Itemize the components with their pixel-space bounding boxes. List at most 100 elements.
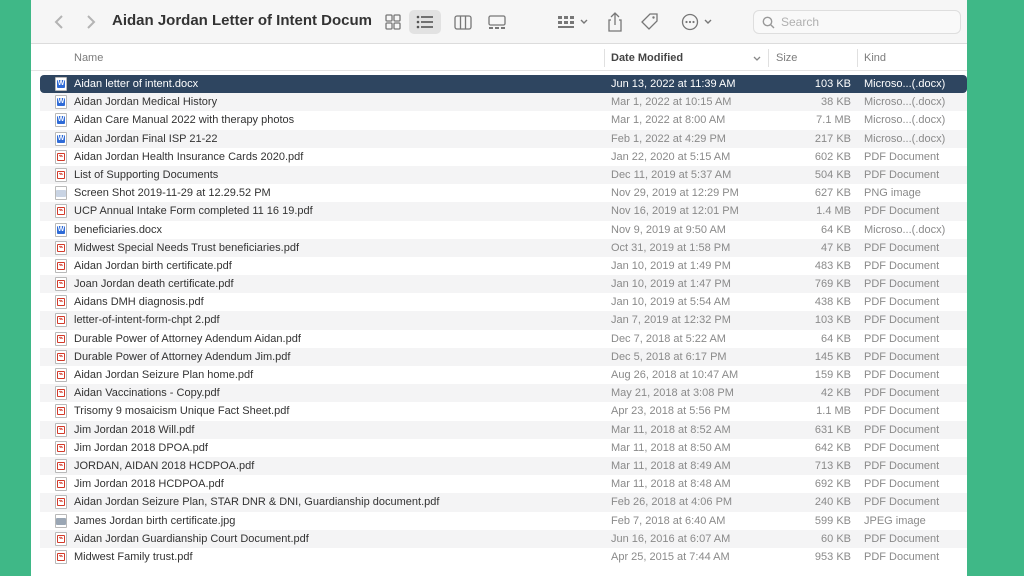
file-row[interactable]: ⌁ Durable Power of Attorney Adendum Aidan…	[40, 330, 967, 348]
action-menu-button[interactable]	[677, 11, 717, 33]
file-size: 103 KB	[814, 314, 851, 327]
file-row[interactable]: ⌁ Aidan Jordan Guardianship Court Documen…	[40, 529, 967, 548]
file-row[interactable]: ⌁ Joan Jordan death certificate.pdf Jan 10…	[40, 275, 967, 294]
chevron-down-icon	[704, 19, 712, 24]
date-column-header[interactable]: Date Modified	[611, 45, 683, 71]
file-row[interactable]: W Aidan Care Manual 2022 with therapy pho…	[40, 111, 967, 129]
file-size: 1.4 MB	[816, 205, 851, 218]
column-header: Name Date Modified Size Kind	[31, 45, 967, 71]
back-button[interactable]	[49, 10, 69, 34]
list-view-button[interactable]	[409, 10, 441, 34]
file-size: 7.1 MB	[816, 114, 851, 127]
file-kind: PDF Document	[864, 405, 940, 418]
file-date-modified: Mar 1, 2022 at 8:00 AM	[611, 114, 726, 127]
pdf-icon: ⌁	[55, 404, 67, 419]
file-row[interactable]: James Jordan birth certificate.jpg Feb 7,…	[40, 512, 967, 530]
file-date-modified: Feb 1, 2022 at 4:29 PM	[611, 132, 726, 145]
file-row[interactable]: ⌁ Midwest Special Needs Trust beneficiari…	[40, 238, 967, 257]
forward-button[interactable]	[81, 10, 101, 34]
file-name: Aidans DMH diagnosis.pdf	[74, 296, 204, 309]
file-row[interactable]: ⌁ Aidan Jordan Health Insurance Cards 202…	[40, 148, 967, 166]
file-date-modified: Oct 31, 2019 at 1:58 PM	[611, 241, 731, 254]
toolbar: Aidan Jordan Letter of Intent Docume...	[31, 0, 967, 44]
file-row[interactable]: ⌁ UCP Annual Intake Form completed 11 16 …	[40, 202, 967, 221]
file-name: Aidan Jordan Guardianship Court Document…	[74, 532, 309, 545]
tag-button[interactable]	[638, 10, 662, 34]
pdf-icon: ⌁	[55, 258, 67, 273]
file-row[interactable]: ⌁ Aidan Vaccinations - Copy.pdf May 21, 20…	[40, 384, 967, 403]
file-date-modified: Jan 22, 2020 at 5:15 AM	[611, 150, 731, 163]
column-divider[interactable]	[604, 49, 605, 67]
file-row[interactable]: ⌁ Jim Jordan 2018 DPOA.pdf Mar 11, 2018 at…	[40, 439, 967, 457]
size-column-header[interactable]: Size	[776, 45, 797, 71]
kind-column-header[interactable]: Kind	[864, 45, 886, 71]
pdf-icon: ⌁	[55, 167, 67, 182]
file-row[interactable]: ⌁ Jim Jordan 2018 HCDPOA.pdf Mar 11, 2018 …	[40, 475, 967, 493]
file-name: Aidan Jordan birth certificate.pdf	[74, 259, 232, 272]
file-kind: PDF Document	[864, 314, 940, 327]
file-row[interactable]: ⌁ letter-of-intent-form-chpt 2.pdf Jan 7, …	[40, 311, 967, 330]
file-name: Jim Jordan 2018 Will.pdf	[74, 423, 195, 436]
share-button[interactable]	[604, 10, 626, 34]
more-icon	[681, 13, 699, 31]
pdf-icon: ⌁	[55, 495, 67, 510]
file-size: 103 KB	[814, 78, 851, 90]
file-date-modified: Nov 9, 2019 at 9:50 AM	[611, 223, 726, 236]
file-name: Jim Jordan 2018 HCDPOA.pdf	[74, 478, 224, 491]
file-date-modified: Feb 26, 2018 at 4:06 PM	[611, 496, 733, 509]
file-row[interactable]: W Aidan Jordan Medical History Mar 1, 2022…	[40, 93, 967, 112]
column-divider[interactable]	[857, 49, 858, 67]
file-kind: JPEG image	[864, 514, 926, 527]
name-column-header[interactable]: Name	[74, 45, 103, 71]
file-row[interactable]: Screen Shot 2019-11-29 at 12.29.52 PM Nov…	[40, 184, 967, 202]
file-name: Aidan Jordan Medical History	[74, 96, 218, 109]
gallery-icon	[488, 14, 506, 29]
file-size: 599 KB	[814, 514, 851, 527]
file-row[interactable]: W Aidan Jordan Final ISP 21-22 Feb 1, 2022…	[40, 129, 967, 148]
file-row[interactable]: ⌁ Aidan Jordan Seizure Plan, STAR DNR & D…	[40, 493, 967, 512]
chevron-down-icon	[580, 19, 588, 24]
file-row[interactable]: ⌁ Durable Power of Attorney Adendum Jim.p…	[40, 347, 967, 366]
file-row[interactable]: ⌁ Aidan Jordan birth certificate.pdf Jan 1…	[40, 257, 967, 275]
file-name: Aidan Care Manual 2022 with therapy phot…	[74, 114, 295, 127]
group-by-button[interactable]	[553, 12, 593, 32]
icon-view-button[interactable]	[377, 10, 409, 34]
file-list: W Aidan letter of intent.docx Jun 13, 2022…	[31, 75, 967, 566]
chevron-left-icon	[54, 15, 63, 29]
file-row[interactable]: ⌁ List of Supporting Documents Dec 11, 201…	[40, 165, 967, 185]
finder-window: Aidan Jordan Letter of Intent Docume...	[31, 0, 967, 576]
file-name: Joan Jordan death certificate.pdf	[74, 278, 234, 291]
word-doc-icon: W	[55, 131, 67, 146]
file-row[interactable]: ⌁ Midwest Family trust.pdf Apr 25, 2015 at…	[40, 548, 967, 566]
file-size: 692 KB	[814, 478, 851, 491]
file-row[interactable]: ⌁ Aidans DMH diagnosis.pdf Jan 10, 2019 at…	[40, 293, 967, 311]
file-row[interactable]: ⌁ Trisomy 9 mosaicism Unique Fact Sheet.p…	[40, 402, 967, 420]
file-name: List of Supporting Documents	[74, 168, 219, 181]
file-row[interactable]: Wbeneficiaries.docx Nov 9, 2019 at 9:50 A…	[40, 221, 967, 239]
search-field[interactable]: Search	[753, 10, 961, 34]
file-name: Durable Power of Attorney Adendum Aidan.…	[74, 332, 301, 345]
png-icon	[55, 186, 67, 201]
file-row[interactable]: ⌁ Jim Jordan 2018 Will.pdf Mar 11, 2018 at…	[40, 420, 967, 439]
word-doc-icon: W	[55, 77, 67, 91]
file-date-modified: Aug 26, 2018 at 10:47 AM	[611, 369, 739, 381]
file-name: Aidan Jordan Seizure Plan home.pdf	[74, 369, 254, 381]
file-date-modified: Nov 16, 2019 at 12:01 PM	[611, 205, 739, 218]
group-icon	[558, 16, 574, 28]
file-size: 38 KB	[821, 96, 851, 109]
file-row[interactable]: ⌁ JORDAN, AIDAN 2018 HCDPOA.pdf Mar 11, 20…	[40, 456, 967, 476]
pdf-icon: ⌁	[55, 204, 67, 219]
file-size: 64 KB	[821, 223, 851, 236]
file-kind: PDF Document	[864, 459, 940, 472]
file-size: 602 KB	[814, 150, 851, 163]
gallery-view-button[interactable]	[481, 10, 513, 34]
file-kind: PDF Document	[864, 369, 940, 381]
file-row[interactable]: ⌁ Aidan Jordan Seizure Plan home.pdf Aug 2…	[40, 366, 967, 384]
pdf-icon: ⌁	[55, 277, 67, 292]
file-row[interactable]: W Aidan letter of intent.docx Jun 13, 2022…	[40, 75, 967, 94]
file-name: Jim Jordan 2018 DPOA.pdf	[74, 441, 208, 454]
pdf-icon: ⌁	[55, 368, 67, 382]
column-divider[interactable]	[768, 49, 769, 67]
column-view-button[interactable]	[447, 10, 479, 34]
sort-chevron-icon	[753, 56, 761, 61]
